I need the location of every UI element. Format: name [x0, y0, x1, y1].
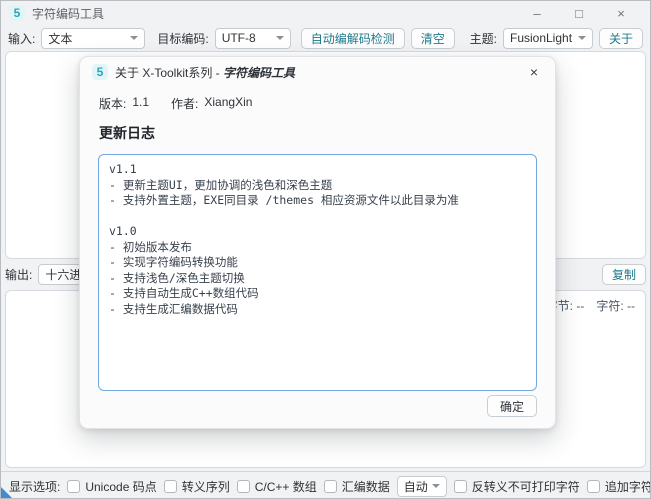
asm-mode-select[interactable]: 自动	[397, 476, 447, 497]
app-window: 5 字符编码工具 – □ × 输入: 文本 目标编码: UTF-8 自动编解码检…	[0, 0, 651, 499]
chevron-down-icon	[130, 36, 138, 40]
output-label: 输出:	[5, 266, 32, 283]
author-label: 作者:	[171, 95, 198, 112]
ok-button[interactable]: 确定	[487, 395, 537, 417]
stats-readout: 字节: -- 字符: --	[546, 297, 635, 314]
about-dialog: 5 关于 X-Toolkit系列 - 字符编码工具 × 版本: 1.1 作者: …	[79, 56, 556, 429]
chars-stat: 字符: --	[596, 297, 635, 314]
window-controls: – □ ×	[516, 2, 642, 24]
checkbox-icon[interactable]	[237, 480, 250, 493]
checkbox-label: C/C++ 数组	[255, 478, 317, 495]
checkbox-label: 汇编数据	[342, 478, 390, 495]
dialog-title: 关于 X-Toolkit系列 - 字符编码工具	[115, 64, 295, 81]
target-encoding-value: UTF-8	[222, 31, 272, 45]
clear-button[interactable]: 清空	[411, 28, 455, 49]
checkbox-label: Unicode 码点	[85, 478, 156, 495]
dialog-title-bar: 5 关于 X-Toolkit系列 - 字符编码工具 ×	[80, 57, 555, 83]
theme-select[interactable]: FusionLight	[503, 28, 593, 49]
checkbox-label: 转义序列	[182, 478, 230, 495]
chevron-down-icon	[578, 36, 586, 40]
version-row-gap	[155, 95, 165, 112]
checkbox-icon[interactable]	[587, 480, 600, 493]
checkbox-append-nul[interactable]: 追加字符串结尾 NUL	[587, 478, 651, 495]
input-label: 输入:	[8, 30, 35, 47]
window-title: 字符编码工具	[32, 5, 104, 22]
target-encoding-label: 目标编码:	[157, 30, 208, 47]
dialog-close-icon[interactable]: ×	[523, 62, 545, 82]
checkbox-icon[interactable]	[67, 480, 80, 493]
dialog-title-appname: 字符编码工具	[223, 66, 295, 80]
changelog-heading: 更新日志	[99, 123, 155, 143]
theme-label: 主题:	[470, 30, 497, 47]
display-options-bar: 显示选项: Unicode 码点 转义序列 C/C++ 数组 汇编数据 自动 反…	[1, 471, 650, 499]
copy-button[interactable]: 复制	[602, 264, 646, 285]
changelog-textarea[interactable]: v1.1 - 更新主题UI，更加协调的浅色和深色主题 - 支持外置主题，EXE同…	[98, 154, 537, 391]
checkbox-unescape-nonprintable[interactable]: 反转义不可打印字符	[454, 478, 580, 495]
chevron-down-icon	[276, 36, 284, 40]
theme-value: FusionLight	[510, 31, 574, 45]
resize-grip-icon[interactable]	[1, 487, 12, 498]
input-mode-value: 文本	[48, 30, 126, 47]
checkbox-label: 反转义不可打印字符	[472, 478, 580, 495]
author-value: XiangXin	[204, 95, 252, 112]
version-label: 版本:	[99, 95, 126, 112]
checkbox-icon[interactable]	[164, 480, 177, 493]
input-mode-select[interactable]: 文本	[41, 28, 145, 49]
asm-mode-value: 自动	[404, 478, 428, 495]
target-encoding-select[interactable]: UTF-8	[215, 28, 291, 49]
auto-detect-button[interactable]: 自动编解码检测	[301, 28, 405, 49]
checkbox-c-array[interactable]: C/C++ 数组	[237, 478, 317, 495]
checkbox-icon[interactable]	[324, 480, 337, 493]
app-logo-icon: 5	[92, 64, 108, 80]
minimize-icon[interactable]: –	[516, 2, 558, 24]
close-icon[interactable]: ×	[600, 2, 642, 24]
checkbox-unicode-codepoint[interactable]: Unicode 码点	[67, 478, 156, 495]
about-button[interactable]: 关于	[599, 28, 643, 49]
version-value: 1.1	[132, 95, 149, 112]
chevron-down-icon	[432, 484, 440, 488]
checkbox-label: 追加字符串结尾 NUL	[605, 478, 651, 495]
top-toolbar: 输入: 文本 目标编码: UTF-8 自动编解码检测 清空 主题: Fusion…	[1, 25, 650, 51]
display-options-label: 显示选项:	[9, 478, 60, 495]
dialog-title-prefix: 关于 X-Toolkit系列 -	[115, 66, 223, 80]
title-bar: 5 字符编码工具 – □ ×	[1, 1, 650, 25]
checkbox-escape-sequence[interactable]: 转义序列	[164, 478, 230, 495]
version-row: 版本: 1.1 作者: XiangXin	[99, 95, 252, 112]
maximize-icon[interactable]: □	[558, 2, 600, 24]
checkbox-asm-data[interactable]: 汇编数据	[324, 478, 390, 495]
app-logo-icon: 5	[9, 5, 25, 21]
checkbox-icon[interactable]	[454, 480, 467, 493]
